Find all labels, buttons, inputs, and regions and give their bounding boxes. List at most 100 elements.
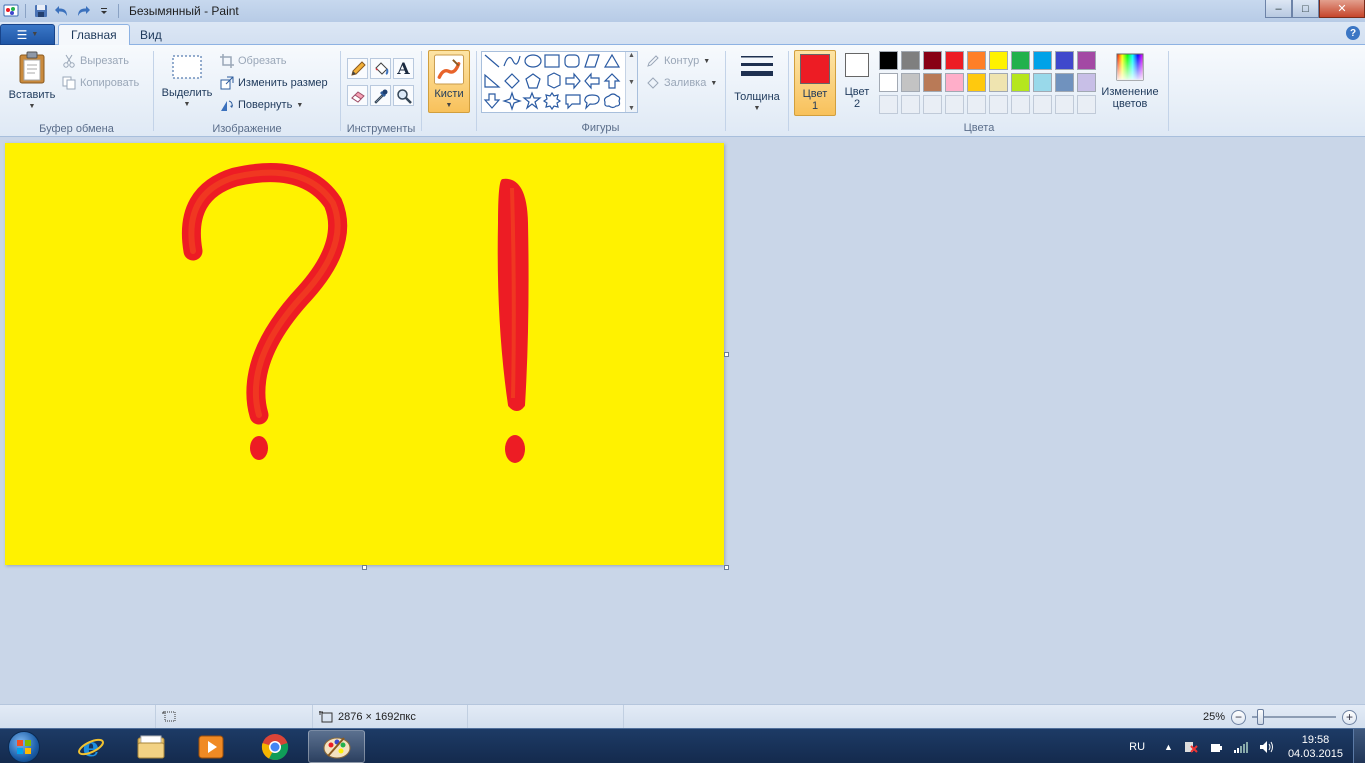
resize-handle-corner[interactable] bbox=[724, 565, 729, 570]
taskbar-internet-explorer[interactable]: e bbox=[62, 730, 119, 763]
fill-shape-button[interactable]: Заливка ▼ bbox=[646, 76, 717, 90]
taskbar-explorer[interactable] bbox=[122, 730, 179, 763]
edit-colors-button[interactable]: Изменение цветов bbox=[1098, 53, 1162, 110]
scissors-icon bbox=[63, 54, 75, 68]
cut-button[interactable]: Вырезать bbox=[62, 54, 129, 68]
zoom-out-button[interactable]: − bbox=[1231, 709, 1246, 725]
rotate-button[interactable]: Повернуть ▼ bbox=[220, 98, 303, 112]
undo-icon[interactable] bbox=[53, 2, 71, 20]
palette-swatch[interactable] bbox=[1033, 73, 1052, 92]
palette-custom-slot[interactable] bbox=[879, 95, 898, 114]
resize-handle-right[interactable] bbox=[724, 352, 729, 357]
save-icon[interactable] bbox=[32, 2, 50, 20]
size-button[interactable]: Толщина ▼ bbox=[730, 53, 784, 115]
select-button[interactable]: Выделить ▼ bbox=[158, 53, 216, 111]
crop-button[interactable]: Обрезать bbox=[220, 54, 287, 68]
start-button[interactable] bbox=[5, 730, 43, 763]
palette-swatch[interactable] bbox=[901, 51, 920, 70]
palette-swatch[interactable] bbox=[1033, 51, 1052, 70]
paste-button[interactable]: Вставить ▼ bbox=[6, 51, 58, 113]
palette-custom-slot[interactable] bbox=[901, 95, 920, 114]
palette-custom-slot[interactable] bbox=[967, 95, 986, 114]
palette-custom-slot[interactable] bbox=[989, 95, 1008, 114]
tab-view[interactable]: Вид bbox=[128, 24, 174, 46]
show-desktop-button[interactable] bbox=[1353, 729, 1365, 763]
file-menu-button[interactable]: ☰ ▼ bbox=[0, 24, 55, 45]
palette-custom-slot[interactable] bbox=[1055, 95, 1074, 114]
scroll-up-icon[interactable]: ▲ bbox=[628, 52, 635, 59]
palette-swatch[interactable] bbox=[945, 73, 964, 92]
resize-button[interactable]: Изменить размер bbox=[220, 76, 328, 90]
palette-swatch[interactable] bbox=[879, 51, 898, 70]
palette-swatch[interactable] bbox=[989, 73, 1008, 92]
zoom-percentage: 25% bbox=[1202, 711, 1225, 723]
zoom-slider[interactable] bbox=[1252, 709, 1336, 725]
help-icon[interactable]: ? bbox=[1346, 26, 1360, 40]
action-center-icon[interactable] bbox=[1183, 740, 1199, 754]
palette-swatch[interactable] bbox=[1077, 51, 1096, 70]
palette-swatch[interactable] bbox=[967, 51, 986, 70]
color2-button[interactable]: Цвет 2 bbox=[838, 53, 876, 110]
palette-custom-slot[interactable] bbox=[923, 95, 942, 114]
zoom-slider-thumb[interactable] bbox=[1257, 709, 1265, 725]
palette-swatch[interactable] bbox=[1011, 73, 1030, 92]
palette-swatch[interactable] bbox=[1055, 73, 1074, 92]
copy-label: Копировать bbox=[80, 77, 140, 89]
color-picker-tool[interactable] bbox=[370, 85, 391, 106]
power-icon[interactable] bbox=[1209, 740, 1223, 754]
show-hidden-icons-icon[interactable]: ▲ bbox=[1164, 742, 1173, 752]
drawing-canvas[interactable] bbox=[5, 143, 724, 565]
palette-swatch[interactable] bbox=[923, 51, 942, 70]
eraser-tool[interactable] bbox=[347, 85, 368, 106]
maximize-button[interactable]: □ bbox=[1292, 0, 1319, 18]
language-indicator[interactable]: RU bbox=[1129, 741, 1145, 753]
taskbar-media-player[interactable] bbox=[182, 730, 239, 763]
palette-custom-slot[interactable] bbox=[1011, 95, 1030, 114]
taskbar-chrome[interactable] bbox=[246, 730, 303, 763]
paint-app-icon[interactable] bbox=[2, 2, 20, 20]
edit-colors-label-1: Изменение bbox=[1101, 86, 1159, 98]
palette-swatch[interactable] bbox=[945, 51, 964, 70]
size-label: Толщина bbox=[734, 91, 780, 103]
color1-button[interactable]: Цвет 1 bbox=[794, 50, 836, 116]
palette-swatch[interactable] bbox=[879, 73, 898, 92]
redo-icon[interactable] bbox=[74, 2, 92, 20]
palette-swatch[interactable] bbox=[989, 51, 1008, 70]
image-group: Выделить ▼ Обрезать Изменить размер Пове… bbox=[154, 45, 340, 137]
palette-custom-slot[interactable] bbox=[945, 95, 964, 114]
resize-handle-bottom[interactable] bbox=[362, 565, 367, 570]
minimize-button[interactable]: ‒ bbox=[1265, 0, 1292, 18]
palette-swatch[interactable] bbox=[923, 73, 942, 92]
pencil-tool[interactable] bbox=[347, 58, 368, 79]
rotate-icon bbox=[221, 100, 233, 111]
palette-custom-slot[interactable] bbox=[1077, 95, 1096, 114]
tab-home[interactable]: Главная bbox=[58, 24, 130, 46]
close-button[interactable]: ✕ bbox=[1319, 0, 1365, 18]
outline-button[interactable]: Контур ▼ bbox=[646, 54, 710, 68]
customize-qa-dropdown-icon[interactable] bbox=[95, 2, 113, 20]
palette-swatch[interactable] bbox=[1077, 73, 1096, 92]
taskbar-paint[interactable] bbox=[308, 730, 365, 763]
magnifier-tool[interactable] bbox=[393, 85, 414, 106]
color1-number: 1 bbox=[811, 100, 819, 112]
palette-swatch[interactable] bbox=[1011, 51, 1030, 70]
zoom-in-button[interactable]: + bbox=[1342, 709, 1357, 725]
clipboard-icon bbox=[19, 51, 45, 84]
brushes-button[interactable]: Кисти ▼ bbox=[428, 50, 470, 113]
clock[interactable]: 19:58 04.03.2015 bbox=[1288, 733, 1343, 761]
palette-swatch[interactable] bbox=[967, 73, 986, 92]
palette-swatch[interactable] bbox=[1055, 51, 1074, 70]
shapes-scrollbar[interactable]: ▲ ▼ ▼ bbox=[625, 52, 637, 112]
copy-button[interactable]: Копировать bbox=[62, 76, 139, 90]
gallery-expand-icon[interactable]: ▼ bbox=[628, 105, 635, 112]
internet-explorer-icon: e bbox=[77, 733, 104, 761]
volume-icon[interactable] bbox=[1259, 740, 1275, 754]
shapes-gallery: ▲ ▼ ▼ bbox=[481, 51, 638, 113]
scroll-down-icon[interactable]: ▼ bbox=[628, 79, 635, 86]
palette-swatch[interactable] bbox=[901, 73, 920, 92]
fill-tool[interactable] bbox=[370, 58, 391, 79]
chrome-icon bbox=[261, 733, 288, 760]
text-tool[interactable]: A bbox=[393, 58, 414, 79]
palette-custom-slot[interactable] bbox=[1033, 95, 1052, 114]
network-icon[interactable] bbox=[1233, 740, 1249, 754]
